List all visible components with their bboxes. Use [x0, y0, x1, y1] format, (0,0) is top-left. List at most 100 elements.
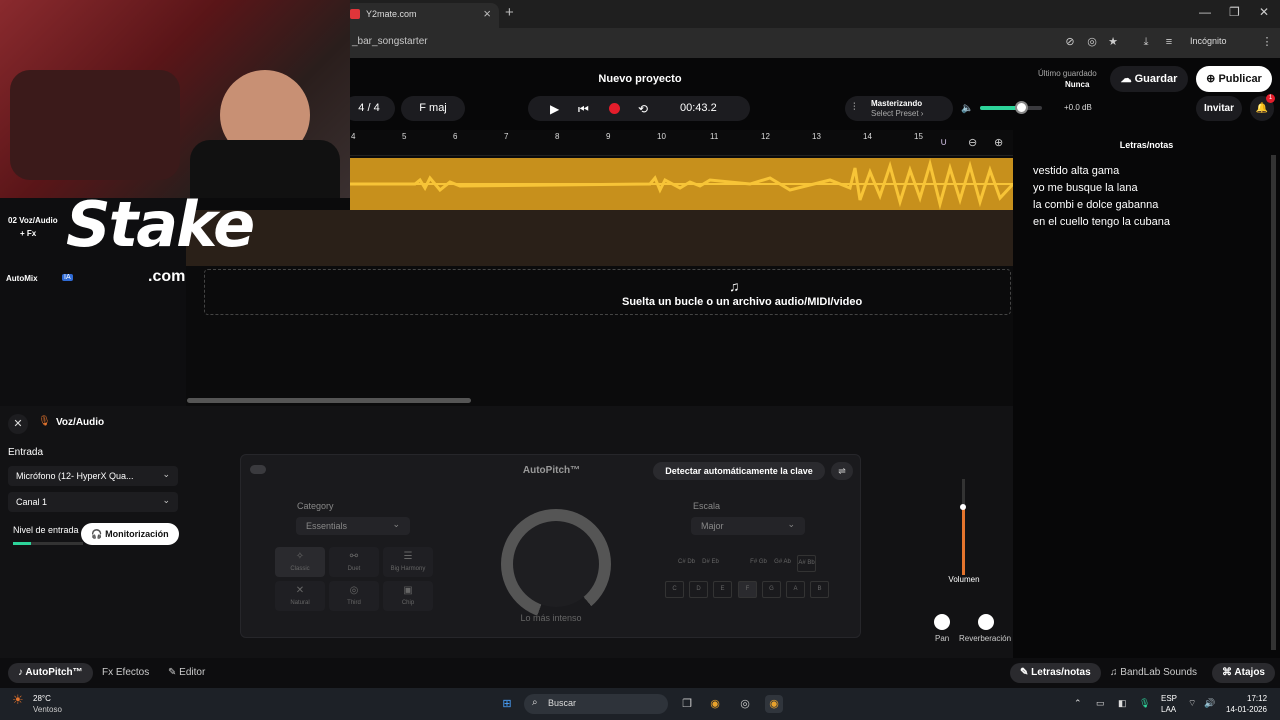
scale-select[interactable]: Major ⌄: [691, 517, 805, 535]
note-g-sharp[interactable]: G# Ab: [773, 555, 792, 572]
track-name[interactable]: 02 Voz/Audio: [8, 216, 58, 225]
tray-chevron-icon[interactable]: ⌃: [1074, 698, 1082, 709]
camera-off-icon[interactable]: ⊘: [1063, 35, 1077, 49]
lyric-line[interactable]: yo me busque la lana: [1033, 182, 1138, 194]
project-title[interactable]: Nuevo proyecto: [560, 73, 720, 85]
note-a[interactable]: A: [786, 581, 805, 598]
weather-icon[interactable]: ☀: [12, 692, 24, 708]
note-c[interactable]: C: [665, 581, 684, 598]
record-icon[interactable]: [609, 103, 620, 114]
close-tab-icon[interactable]: ×: [483, 6, 491, 21]
note-f[interactable]: F: [738, 581, 757, 598]
save-button[interactable]: ☁ Guardar: [1110, 66, 1188, 92]
drop-zone[interactable]: [204, 269, 1011, 315]
note-d[interactable]: D: [689, 581, 708, 598]
taskbar-search[interactable]: ⌕ Buscar: [524, 694, 668, 714]
note-f-sharp[interactable]: F# Gb: [749, 555, 768, 572]
tray-mic-icon[interactable]: 🎙: [1139, 698, 1150, 709]
style-big-harmony[interactable]: ☰ Big Harmony: [383, 547, 433, 577]
reverb-knob[interactable]: [978, 614, 994, 630]
timeline-ruler[interactable]: 4 5 6 7 8 9 10 11 12 13 14 15: [350, 130, 1013, 156]
style-duet[interactable]: ⚯ Duet: [329, 547, 379, 577]
empty-track-lane[interactable]: [186, 210, 1013, 266]
track-volume-slider[interactable]: [948, 479, 978, 575]
style-chip[interactable]: ▣ Chip: [383, 581, 433, 611]
chrome-incognito-icon[interactable]: ◉: [765, 695, 783, 713]
audio-region[interactable]: [350, 158, 1015, 210]
tab-autopitch[interactable]: ♪ AutoPitch™: [8, 663, 93, 683]
close-window-icon[interactable]: ✕: [1259, 5, 1269, 19]
clock-date[interactable]: 14-01-2026: [1226, 705, 1267, 714]
intensity-knob[interactable]: [501, 509, 611, 619]
channel-select[interactable]: Canal 1 ⌄: [8, 492, 178, 512]
lyrics-panel[interactable]: Letras/notas vestido alta gama yo me bus…: [1013, 130, 1280, 658]
zoom-in-icon[interactable]: ⊕: [994, 136, 1003, 149]
maximize-icon[interactable]: ❐: [1229, 5, 1240, 19]
lyric-line[interactable]: vestido alta gama: [1033, 165, 1119, 177]
style-third[interactable]: ◎ Third: [329, 581, 379, 611]
volume-icon[interactable]: 🔊: [1204, 698, 1215, 709]
close-panel-button[interactable]: ✕: [8, 414, 28, 434]
url-text[interactable]: _bar_songstarter: [352, 36, 428, 47]
eye-off-icon[interactable]: ◎: [1085, 35, 1099, 49]
new-tab-icon[interactable]: +: [505, 4, 514, 21]
master-volume-slider[interactable]: [980, 106, 1042, 110]
style-natural[interactable]: ✕ Natural: [275, 581, 325, 611]
lyrics-scrollbar[interactable]: [1271, 155, 1276, 650]
zoom-out-icon[interactable]: ⊖: [968, 136, 977, 149]
note-e[interactable]: E: [713, 581, 732, 598]
tab-effects[interactable]: Fx Efectos: [102, 663, 149, 683]
speaker-icon[interactable]: 🔈: [961, 103, 973, 114]
wifi-icon[interactable]: ⌔: [1188, 698, 1196, 709]
notifications-button[interactable]: 🔔 1: [1250, 94, 1275, 121]
lyric-line[interactable]: en el cuello tengo la cubana: [1033, 216, 1170, 228]
style-classic[interactable]: ✧ Classic: [275, 547, 325, 577]
lyric-line[interactable]: la combi e dolce gabanna: [1033, 199, 1158, 211]
category-select[interactable]: Essentials ⌄: [296, 517, 410, 535]
tab-editor[interactable]: ✎ Editor: [168, 663, 205, 683]
automix-label[interactable]: AutoMix: [6, 274, 38, 283]
volume-handle[interactable]: [960, 504, 966, 510]
loop-icon[interactable]: ⟲: [638, 102, 648, 116]
tab-bandlab-sounds[interactable]: ♫ BandLab Sounds: [1110, 663, 1197, 683]
key-selector[interactable]: F maj: [401, 96, 465, 121]
windows-start-icon[interactable]: ⊞: [498, 695, 516, 713]
weather-description[interactable]: Ventoso: [33, 705, 62, 714]
bookmark-star-icon[interactable]: ★: [1106, 35, 1120, 49]
chrome-icon[interactable]: ◉: [706, 695, 724, 713]
pan-knob[interactable]: [934, 614, 950, 630]
reading-list-icon[interactable]: ≡: [1162, 35, 1176, 49]
snap-magnet-icon[interactable]: ∪: [940, 137, 947, 148]
note-d-sharp[interactable]: D# Eb: [701, 555, 720, 572]
skip-back-icon[interactable]: ⏮: [578, 102, 589, 117]
task-view-icon[interactable]: ❐: [678, 695, 696, 713]
add-fx-button[interactable]: + Fx: [20, 229, 36, 238]
tray-app-icon[interactable]: ◧: [1118, 698, 1127, 709]
master-volume-handle[interactable]: [1015, 101, 1028, 114]
browser-tab[interactable]: Y2mate.com ×: [344, 3, 499, 28]
incognito-label[interactable]: Incógnito: [1190, 36, 1227, 46]
temperature[interactable]: 28°C: [33, 694, 51, 703]
note-a-sharp[interactable]: A# Bb: [797, 555, 816, 572]
minimize-icon[interactable]: —: [1199, 5, 1211, 19]
detect-key-button[interactable]: Detectar automáticamente la clave: [653, 462, 825, 480]
publish-button[interactable]: ⊕ Publicar: [1196, 66, 1272, 92]
play-icon[interactable]: ▶: [550, 102, 559, 116]
language-code[interactable]: ESP: [1161, 694, 1177, 703]
mastering-button[interactable]: ⫶ Masterizando Select Preset ›: [845, 96, 953, 121]
monitoring-button[interactable]: 🎧 Monitorización: [81, 523, 179, 545]
note-b[interactable]: B: [810, 581, 829, 598]
obs-icon[interactable]: ◎: [736, 695, 754, 713]
tray-device-icon[interactable]: ▭: [1096, 698, 1105, 709]
tab-shortcuts[interactable]: ⌘ Atajos: [1212, 663, 1275, 683]
input-device-select[interactable]: Micrófono (12- HyperX Qua... ⌄: [8, 466, 178, 486]
invite-button[interactable]: Invitar: [1196, 96, 1242, 121]
download-icon[interactable]: ⤓: [1139, 35, 1153, 49]
clock-time[interactable]: 17:12: [1247, 694, 1267, 703]
browser-menu-icon[interactable]: ⋮: [1260, 35, 1274, 49]
tab-lyrics[interactable]: ✎ Letras/notas: [1010, 663, 1101, 683]
settings-sliders-icon[interactable]: ⇌: [831, 462, 853, 480]
note-g[interactable]: G: [762, 581, 781, 598]
note-c-sharp[interactable]: C# Db: [677, 555, 696, 572]
time-signature[interactable]: 4 / 4: [343, 96, 395, 121]
